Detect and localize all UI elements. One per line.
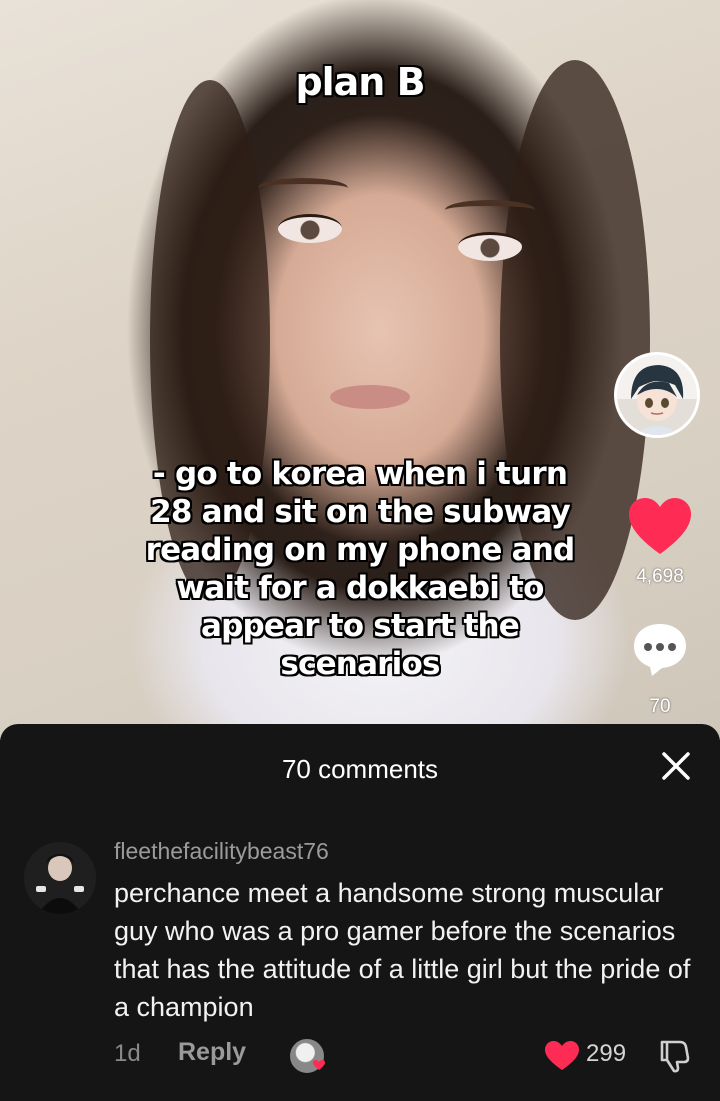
avatar-illustration (631, 365, 684, 435)
heart-icon (629, 498, 691, 554)
commenter-photo (24, 842, 96, 914)
creator-liked-avatar (288, 1037, 326, 1075)
caption-line: wait for a dokkaebi to (176, 570, 544, 606)
caption-line: - go to korea when i turn (152, 456, 568, 492)
like-count: 4,698 (636, 566, 684, 587)
video-title-text: plan B (295, 60, 425, 104)
comment-text: perchance meet a handsome strong muscula… (114, 878, 691, 1022)
comment-count: 70 (649, 696, 671, 717)
comment-bubble-icon (634, 624, 686, 676)
close-icon (662, 752, 690, 780)
reply-button[interactable]: Reply (178, 1038, 246, 1067)
comments-sheet: 70 comments fleethefacilitybeast76 perch… (0, 724, 720, 1101)
lips (330, 385, 410, 409)
close-button[interactable] (656, 749, 696, 789)
caption-line: 28 and sit on the subway (150, 494, 571, 530)
thumbs-down-icon (660, 1040, 690, 1073)
caption-line: appear to start the (200, 608, 520, 644)
commenter-avatar[interactable] (24, 842, 96, 914)
right-eye (458, 232, 522, 261)
comment-like-button[interactable] (544, 1040, 580, 1072)
mini-heart-icon (313, 1060, 325, 1070)
creator-avatar[interactable] (614, 352, 700, 438)
caption-line: reading on my phone and (145, 532, 576, 568)
comment-age: 1d (114, 1040, 141, 1067)
right-brow (445, 200, 535, 220)
left-eye (278, 214, 342, 243)
video-caption: - go to korea when i turn 28 and sit on … (100, 455, 620, 683)
caption-line: scenarios (280, 646, 440, 682)
comment-username[interactable]: fleethefacilitybeast76 (114, 838, 329, 865)
dislike-button[interactable] (656, 1038, 692, 1074)
comments-title: 70 comments (281, 754, 439, 784)
comment-like-count: 299 (586, 1040, 627, 1067)
video-player[interactable]: plan B - go to korea when i turn 28 and … (0, 0, 720, 740)
heart-icon (545, 1041, 579, 1070)
like-button[interactable] (620, 496, 700, 561)
left-brow (258, 178, 348, 198)
comment-button[interactable] (620, 620, 700, 685)
